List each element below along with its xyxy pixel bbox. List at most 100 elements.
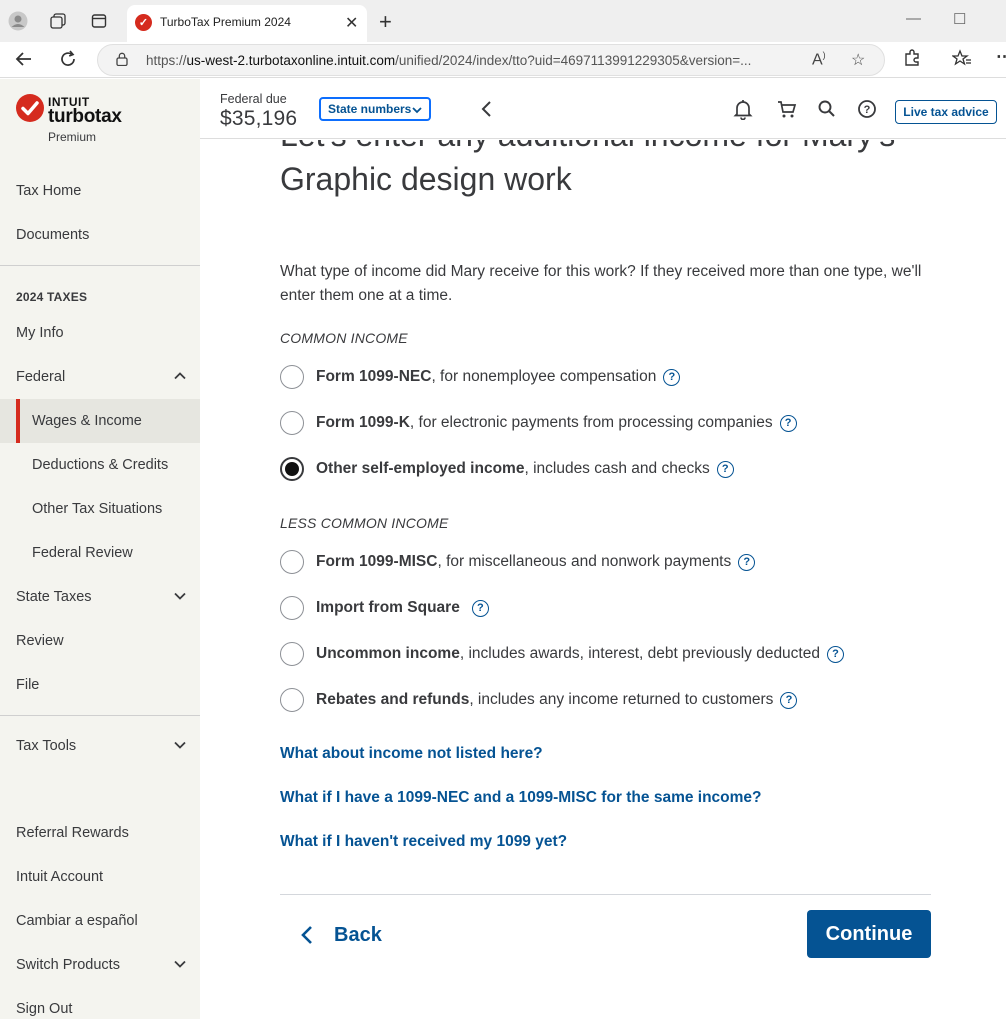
federal-due-label: Federal due bbox=[220, 92, 287, 106]
main-content: Let's enter any additional income for Ma… bbox=[200, 140, 1006, 1019]
sidebar-item-federal-review[interactable]: Federal Review bbox=[0, 531, 200, 575]
notifications-bell-icon[interactable] bbox=[732, 98, 754, 121]
favorite-star-icon[interactable]: ☆ bbox=[851, 50, 865, 70]
back-button[interactable]: Back bbox=[300, 920, 382, 950]
radio-button-selected[interactable] bbox=[280, 457, 304, 481]
sidebar-item-review[interactable]: Review bbox=[0, 619, 200, 663]
continue-button[interactable]: Continue bbox=[807, 910, 931, 958]
help-question-icon[interactable]: ? bbox=[779, 414, 797, 432]
sidebar-item-label: State Taxes bbox=[16, 589, 92, 605]
chevron-left-icon bbox=[301, 926, 312, 944]
sidebar-item-my-info[interactable]: My Info bbox=[0, 311, 200, 355]
favorites-icon[interactable] bbox=[951, 49, 972, 72]
lock-icon[interactable] bbox=[116, 52, 128, 66]
refresh-icon[interactable] bbox=[58, 49, 78, 75]
option-title: Form 1099-MISC bbox=[316, 553, 438, 570]
sidebar-item-documents[interactable]: Documents bbox=[0, 213, 200, 257]
help-question-icon[interactable]: ? bbox=[738, 553, 756, 571]
sidebar-item-wages-income[interactable]: Wages & Income bbox=[0, 399, 200, 443]
url-host: us-west-2.turbotaxonline.intuit.com bbox=[186, 53, 396, 68]
sidebar-divider bbox=[0, 715, 200, 716]
extensions-icon[interactable] bbox=[903, 49, 921, 72]
sidebar-item-switch-products[interactable]: Switch Products bbox=[0, 943, 200, 987]
radio-button[interactable] bbox=[280, 596, 304, 620]
federal-due-amount: $35,196 bbox=[220, 107, 298, 130]
sidebar: INTUIT turbotax Premium Tax Home Documen… bbox=[0, 79, 200, 1019]
option-description: , for miscellaneous and nonwork payments bbox=[437, 553, 732, 570]
new-tab-icon[interactable]: + bbox=[379, 9, 392, 35]
collapse-sidebar-icon[interactable] bbox=[476, 98, 498, 120]
sidebar-item-label: Tax Tools bbox=[16, 738, 77, 754]
radio-button[interactable] bbox=[280, 688, 304, 712]
close-tab-icon[interactable]: ✕ bbox=[345, 13, 358, 33]
help-question-icon[interactable]: ? bbox=[780, 691, 798, 709]
more-menu-icon[interactable]: ⋯ bbox=[996, 47, 1006, 67]
sidebar-item-label: Switch Products bbox=[16, 957, 120, 973]
back-arrow-icon[interactable] bbox=[14, 49, 34, 75]
sidebar-item-deductions-credits[interactable]: Deductions & Credits bbox=[0, 443, 200, 487]
sidebar-item-tax-home[interactable]: Tax Home bbox=[0, 169, 200, 213]
sidebar-item-referral-rewards[interactable]: Referral Rewards bbox=[0, 811, 200, 855]
svg-text:?: ? bbox=[864, 104, 871, 116]
tab-actions-icon[interactable] bbox=[89, 11, 109, 31]
option-title: Form 1099-NEC bbox=[316, 368, 432, 385]
link-income-not-listed[interactable]: What about income not listed here? bbox=[280, 745, 543, 763]
option-import-square[interactable]: Import from Square ? bbox=[280, 595, 489, 621]
sidebar-item-cambiar-espanol[interactable]: Cambiar a español bbox=[0, 899, 200, 943]
workspaces-icon[interactable] bbox=[48, 11, 68, 31]
state-numbers-dropdown[interactable]: State numbers bbox=[319, 97, 431, 121]
option-1099-nec[interactable]: Form 1099-NEC, for nonemployee compensat… bbox=[280, 364, 681, 390]
turbotax-favicon-icon: ✓ bbox=[135, 14, 152, 31]
state-numbers-label: State numbers bbox=[328, 102, 412, 116]
edition-label: Premium bbox=[48, 130, 97, 144]
browser-tab-bar: ✓ TurboTax Premium 2024 ✕ + — ☐ bbox=[0, 0, 1006, 42]
profile-icon[interactable] bbox=[8, 11, 28, 31]
option-1099-k[interactable]: Form 1099-K, for electronic payments fro… bbox=[280, 410, 797, 436]
sidebar-item-state-taxes[interactable]: State Taxes bbox=[0, 575, 200, 619]
option-description: , for nonemployee compensation bbox=[431, 368, 657, 385]
sidebar-section-label: 2024 TAXES bbox=[16, 290, 88, 304]
link-1099-not-received[interactable]: What if I haven't received my 1099 yet? bbox=[280, 833, 567, 851]
sidebar-item-file[interactable]: File bbox=[0, 663, 200, 707]
radio-button[interactable] bbox=[280, 550, 304, 574]
option-rebates-refunds[interactable]: Rebates and refunds, includes any income… bbox=[280, 687, 798, 713]
option-uncommon-income[interactable]: Uncommon income, includes awards, intere… bbox=[280, 641, 844, 667]
back-label: Back bbox=[334, 923, 382, 946]
address-bar-row: https://us-west-2.turbotaxonline.intuit.… bbox=[0, 42, 1006, 78]
sidebar-item-federal[interactable]: Federal bbox=[0, 355, 200, 399]
option-other-self-employed[interactable]: Other self-employed income, includes cas… bbox=[280, 456, 734, 482]
url-prefix: https:// bbox=[146, 53, 187, 68]
option-description: , includes cash and checks bbox=[524, 460, 710, 477]
radio-button[interactable] bbox=[280, 642, 304, 666]
live-tax-advice-button[interactable]: Live tax advice bbox=[895, 100, 997, 124]
chevron-down-icon bbox=[412, 107, 422, 114]
chevron-down-icon bbox=[174, 960, 186, 968]
radio-button[interactable] bbox=[280, 365, 304, 389]
help-question-icon[interactable]: ? bbox=[471, 599, 489, 617]
help-question-icon[interactable]: ? bbox=[826, 645, 844, 663]
browser-tab[interactable]: ✓ TurboTax Premium 2024 ✕ bbox=[127, 5, 367, 42]
option-description: , for electronic payments from processin… bbox=[409, 414, 773, 431]
help-question-icon[interactable]: ? bbox=[663, 368, 681, 386]
sidebar-item-other-tax-situations[interactable]: Other Tax Situations bbox=[0, 487, 200, 531]
url-field[interactable]: https://us-west-2.turbotaxonline.intuit.… bbox=[97, 44, 885, 76]
cart-icon[interactable] bbox=[776, 98, 798, 120]
minimize-icon[interactable]: — bbox=[906, 10, 921, 27]
common-income-label: COMMON INCOME bbox=[280, 330, 408, 346]
help-question-icon[interactable]: ? bbox=[716, 460, 734, 478]
sidebar-item-intuit-account[interactable]: Intuit Account bbox=[0, 855, 200, 899]
question-text: What type of income did Mary receive for… bbox=[280, 263, 922, 304]
chevron-down-icon bbox=[174, 592, 186, 600]
sidebar-item-sign-out[interactable]: Sign Out bbox=[0, 987, 200, 1031]
chevron-up-icon bbox=[174, 372, 186, 380]
search-icon[interactable] bbox=[816, 98, 838, 120]
footer-divider bbox=[280, 894, 931, 895]
sidebar-item-tax-tools[interactable]: Tax Tools bbox=[0, 724, 200, 768]
link-1099-nec-and-misc[interactable]: What if I have a 1099-NEC and a 1099-MIS… bbox=[280, 789, 762, 807]
read-aloud-icon[interactable]: A) bbox=[812, 50, 826, 69]
option-1099-misc[interactable]: Form 1099-MISC, for miscellaneous and no… bbox=[280, 549, 756, 575]
help-icon[interactable]: ? bbox=[856, 98, 878, 120]
radio-button[interactable] bbox=[280, 411, 304, 435]
maximize-icon[interactable]: ☐ bbox=[953, 10, 966, 28]
option-description: , includes awards, interest, debt previo… bbox=[459, 645, 820, 662]
